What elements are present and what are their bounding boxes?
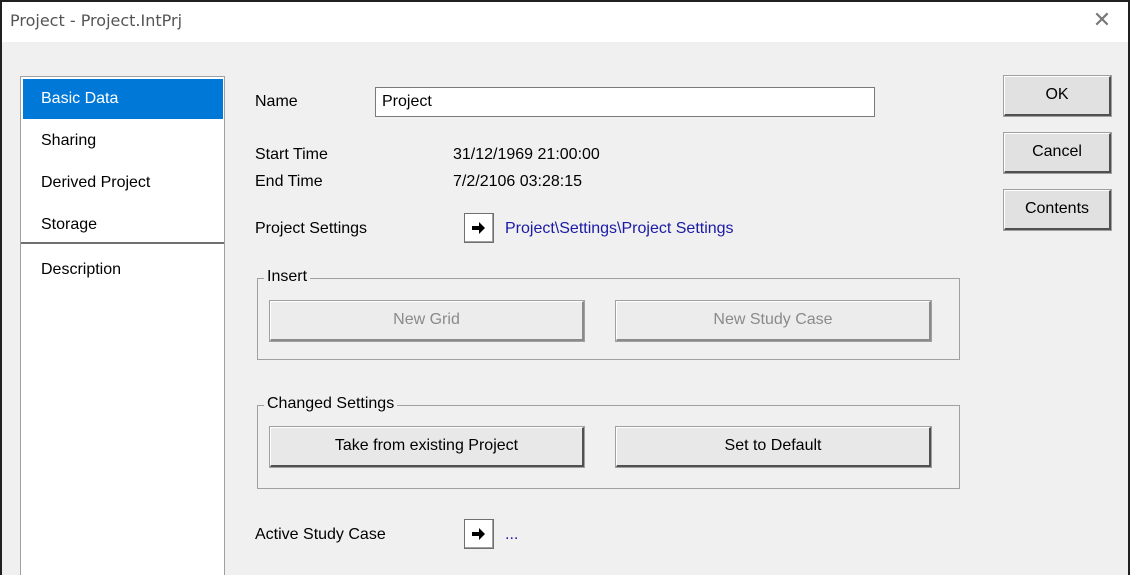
insert-group-title: Insert xyxy=(264,268,311,286)
sidebar-item-sharing[interactable]: Sharing xyxy=(23,121,223,161)
cancel-button[interactable]: Cancel xyxy=(1004,133,1111,173)
close-icon[interactable]: ✕ xyxy=(1090,9,1114,33)
changed-settings-group-title: Changed Settings xyxy=(264,395,398,413)
new-grid-button[interactable]: New Grid xyxy=(270,301,584,341)
name-label: Name xyxy=(255,93,298,110)
sidebar-item-basic-data[interactable]: Basic Data xyxy=(23,79,223,119)
end-time-value: 7/2/2106 03:28:15 xyxy=(453,173,583,190)
set-to-default-button[interactable]: Set to Default xyxy=(616,427,931,467)
sidebar-divider xyxy=(21,242,224,244)
new-study-case-button[interactable]: New Study Case xyxy=(616,301,931,341)
sidebar: Basic Data Sharing Derived Project Stora… xyxy=(20,76,225,575)
project-settings-link[interactable]: Project\Settings\Project Settings xyxy=(505,220,734,238)
window-title: Project - Project.IntPrj xyxy=(10,11,183,30)
title-bar: Project - Project.IntPrj ✕ xyxy=(2,2,1128,42)
project-dialog: Project - Project.IntPrj ✕ Basic Data Sh… xyxy=(0,0,1130,575)
active-study-case-jump-button[interactable] xyxy=(464,519,494,549)
start-time-value: 31/12/1969 21:00:00 xyxy=(453,146,600,163)
ok-button[interactable]: OK xyxy=(1004,76,1111,116)
sidebar-item-storage[interactable]: Storage xyxy=(23,205,223,245)
name-input[interactable] xyxy=(375,87,875,117)
start-time-label: Start Time xyxy=(255,146,328,163)
end-time-label: End Time xyxy=(255,173,323,190)
sidebar-item-description[interactable]: Description xyxy=(23,250,223,290)
project-settings-label: Project Settings xyxy=(255,220,368,237)
take-from-existing-project-button[interactable]: Take from existing Project xyxy=(270,427,584,467)
project-settings-jump-button[interactable] xyxy=(464,213,494,243)
active-study-case-link[interactable]: ... xyxy=(505,526,518,544)
active-study-case-label: Active Study Case xyxy=(255,526,386,543)
arrow-right-icon xyxy=(472,528,485,540)
sidebar-item-derived-project[interactable]: Derived Project xyxy=(23,163,223,203)
contents-button[interactable]: Contents xyxy=(1004,190,1111,230)
arrow-right-icon xyxy=(472,222,485,234)
